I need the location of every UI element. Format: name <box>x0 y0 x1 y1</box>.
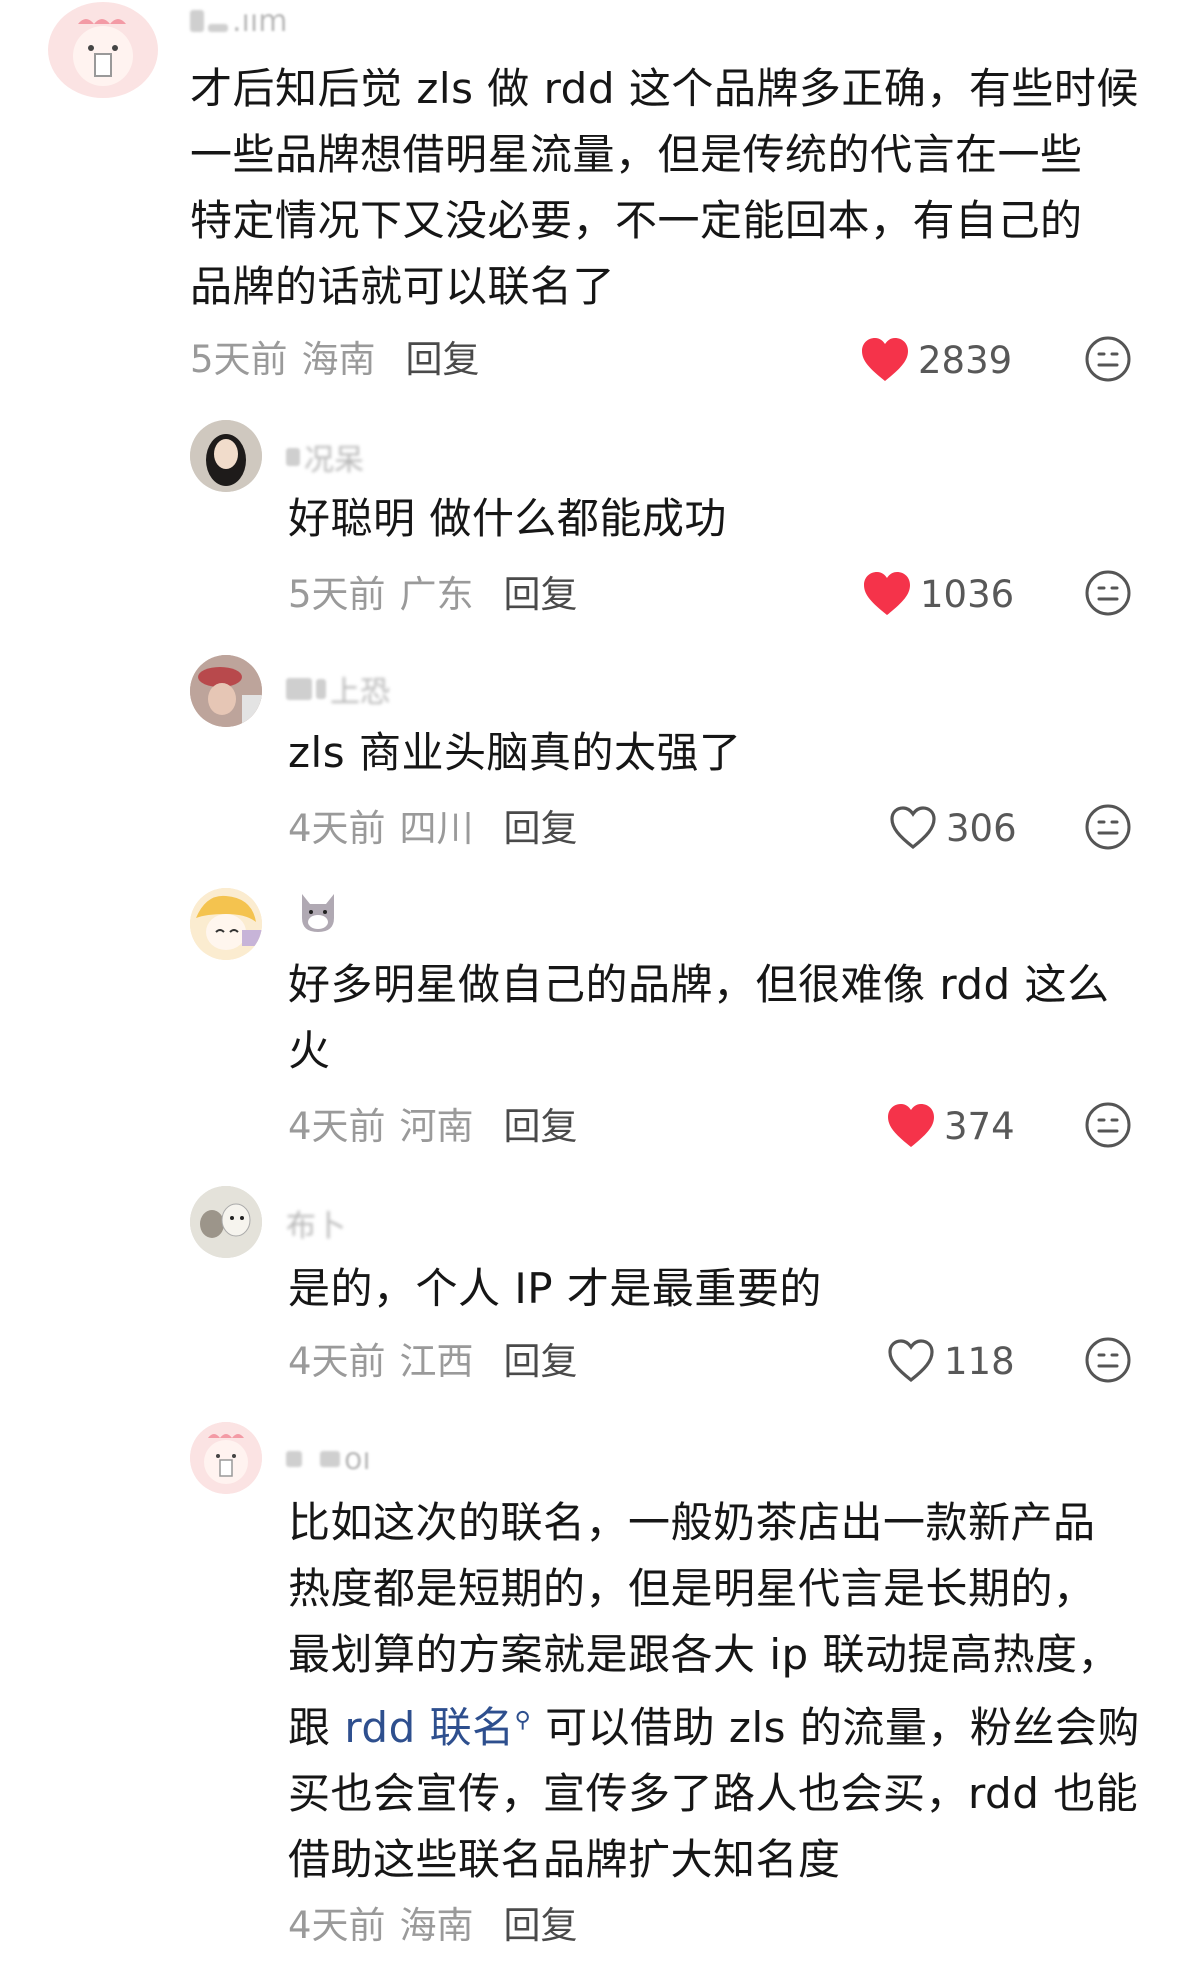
comment-line: 热度都是短期的，但是明星代言是长期的， <box>288 1564 1096 1613</box>
reply-button[interactable]: 回复 <box>504 1331 578 1385</box>
username-text: .ıım <box>232 3 288 39</box>
heart-outline-icon <box>888 1339 934 1383</box>
username[interactable]: oı <box>286 1441 371 1477</box>
comment-text: 好聪明 做什么都能成功 <box>288 486 727 552</box>
comment-time: 4天前 <box>288 807 386 850</box>
comment-line: 品牌的话就可以联名了 <box>190 262 616 311</box>
username[interactable]: .ıım <box>190 3 288 39</box>
neutral-face-icon <box>1085 336 1131 382</box>
comment-text: 比如这次的联名，一般奶茶店出一款新产品 热度都是短期的，但是明星代言是长期的， … <box>288 1490 1140 1893</box>
username-text: 上恐 <box>330 675 390 710</box>
emoji-reaction-button[interactable] <box>1084 335 1132 383</box>
like-button[interactable]: 374 <box>886 1101 1015 1151</box>
comment-line: 一些品牌想借明星流量，但是传统的代言在一些 <box>190 130 1083 179</box>
neutral-face-icon <box>1085 570 1131 616</box>
username[interactable] <box>296 894 344 932</box>
reply-button[interactable]: 回复 <box>504 798 578 852</box>
comment-meta: 5天前 海南 回复 <box>190 331 480 381</box>
avatar[interactable] <box>190 1186 262 1258</box>
username-text: oı <box>344 1441 371 1477</box>
comment-location: 海南 <box>399 1904 474 1947</box>
username-text: 布卜 <box>286 1209 346 1244</box>
like-button[interactable]: 306 <box>888 803 1017 853</box>
cat-emoji-icon <box>302 894 334 932</box>
comment-line: 借助这些联名品牌扩大知名度 <box>288 1835 841 1884</box>
comment-line-prefix: 跟 <box>288 1703 331 1752</box>
comment-time: 4天前 <box>288 1105 386 1148</box>
emoji-reaction-button[interactable] <box>1084 803 1132 851</box>
comment-location: 河南 <box>399 1105 474 1148</box>
comment-time: 5天前 <box>288 573 386 616</box>
like-button[interactable]: 1036 <box>862 569 1014 619</box>
comment-location: 四川 <box>399 807 474 850</box>
comment-line: 比如这次的联名，一般奶茶店出一款新产品 <box>288 1498 1096 1547</box>
comment-meta: 4天前 海南 回复 <box>288 1897 578 1947</box>
comment-line: 好多明星做自己的品牌，但很难像 rdd 这么 <box>288 960 1110 1009</box>
comment-text: 好多明星做自己的品牌，但很难像 rdd 这么 火 <box>288 952 1110 1084</box>
username-text: 况呆 <box>304 443 364 478</box>
comment-meta: 4天前 四川 回复 <box>288 800 578 850</box>
like-count: 118 <box>944 1339 1015 1383</box>
comment-text: zls 商业头脑真的太强了 <box>288 720 741 786</box>
comment-line-suffix: 可以借助 zls 的流量，粉丝会购 <box>545 1703 1140 1752</box>
like-count: 2839 <box>918 338 1013 382</box>
comment-line: zls 商业头脑真的太强了 <box>288 728 742 777</box>
comment-line: 最划算的方案就是跟各大 ip 联动提高热度， <box>288 1630 1121 1679</box>
emoji-reaction-button[interactable] <box>1084 1101 1132 1149</box>
username[interactable]: 布卜 <box>286 1206 346 1244</box>
avatar[interactable] <box>48 2 158 98</box>
reply-button[interactable]: 回复 <box>504 1096 578 1150</box>
comment-meta: 4天前 河南 回复 <box>288 1098 578 1148</box>
like-count: 374 <box>944 1104 1015 1148</box>
username[interactable]: 上恐 <box>286 672 390 710</box>
comment-text: 是的，个人 IP 才是最重要的 <box>288 1256 822 1322</box>
avatar[interactable] <box>190 1422 262 1494</box>
comment-line: 特定情况下又没必要，不一定能回本，有自己的 <box>190 196 1083 245</box>
reply-button[interactable]: 回复 <box>406 329 480 383</box>
comment-time: 4天前 <box>288 1904 386 1947</box>
comment-time: 5天前 <box>190 338 288 381</box>
heart-filled-icon <box>862 338 908 381</box>
comment-line: 才后知后觉 zls 做 rdd 这个品牌多正确，有些时候 <box>190 64 1139 113</box>
heart-outline-icon <box>890 806 936 850</box>
reply-button[interactable]: 回复 <box>504 1895 578 1949</box>
neutral-face-icon <box>1085 1337 1131 1383</box>
reply-button[interactable]: 回复 <box>504 564 578 618</box>
comment-line: 跟 rdd 联名⚲ 可以借助 zls 的流量，粉丝会购 <box>288 1688 1140 1761</box>
neutral-face-icon <box>1085 1102 1131 1148</box>
heart-filled-icon <box>864 572 910 615</box>
comment-line: 是的，个人 IP 才是最重要的 <box>288 1264 822 1313</box>
search-icon: ⚲ <box>514 1708 532 1733</box>
username[interactable]: 况呆 <box>286 440 364 478</box>
comment-location: 江西 <box>399 1340 474 1383</box>
neutral-face-icon <box>1085 804 1131 850</box>
avatar[interactable] <box>190 888 262 960</box>
comment-text: 才后知后觉 zls 做 rdd 这个品牌多正确，有些时候 一些品牌想借明星流量，… <box>190 56 1139 320</box>
avatar[interactable] <box>190 420 262 492</box>
search-link[interactable]: rdd 联名⚲ <box>344 1703 531 1752</box>
comment-line: 火 <box>288 1026 331 1075</box>
comment-line: 好聪明 做什么都能成功 <box>288 494 727 543</box>
avatar[interactable] <box>190 655 262 727</box>
emoji-reaction-button[interactable] <box>1084 569 1132 617</box>
heart-filled-icon <box>888 1104 934 1147</box>
comment-location: 广东 <box>399 573 474 616</box>
comment-line: 买也会宣传，宣传多了路人也会买，rdd 也能 <box>288 1769 1139 1818</box>
comment-location: 海南 <box>301 338 376 381</box>
comment-meta: 5天前 广东 回复 <box>288 566 578 616</box>
search-link-text: rdd 联名 <box>344 1703 515 1752</box>
like-count: 1036 <box>920 572 1015 616</box>
comment-time: 4天前 <box>288 1340 386 1383</box>
comment-meta: 4天前 江西 回复 <box>288 1333 578 1383</box>
like-count: 306 <box>946 806 1017 850</box>
like-button[interactable]: 118 <box>886 1336 1015 1386</box>
like-button[interactable]: 2839 <box>860 335 1012 385</box>
emoji-reaction-button[interactable] <box>1084 1336 1132 1384</box>
